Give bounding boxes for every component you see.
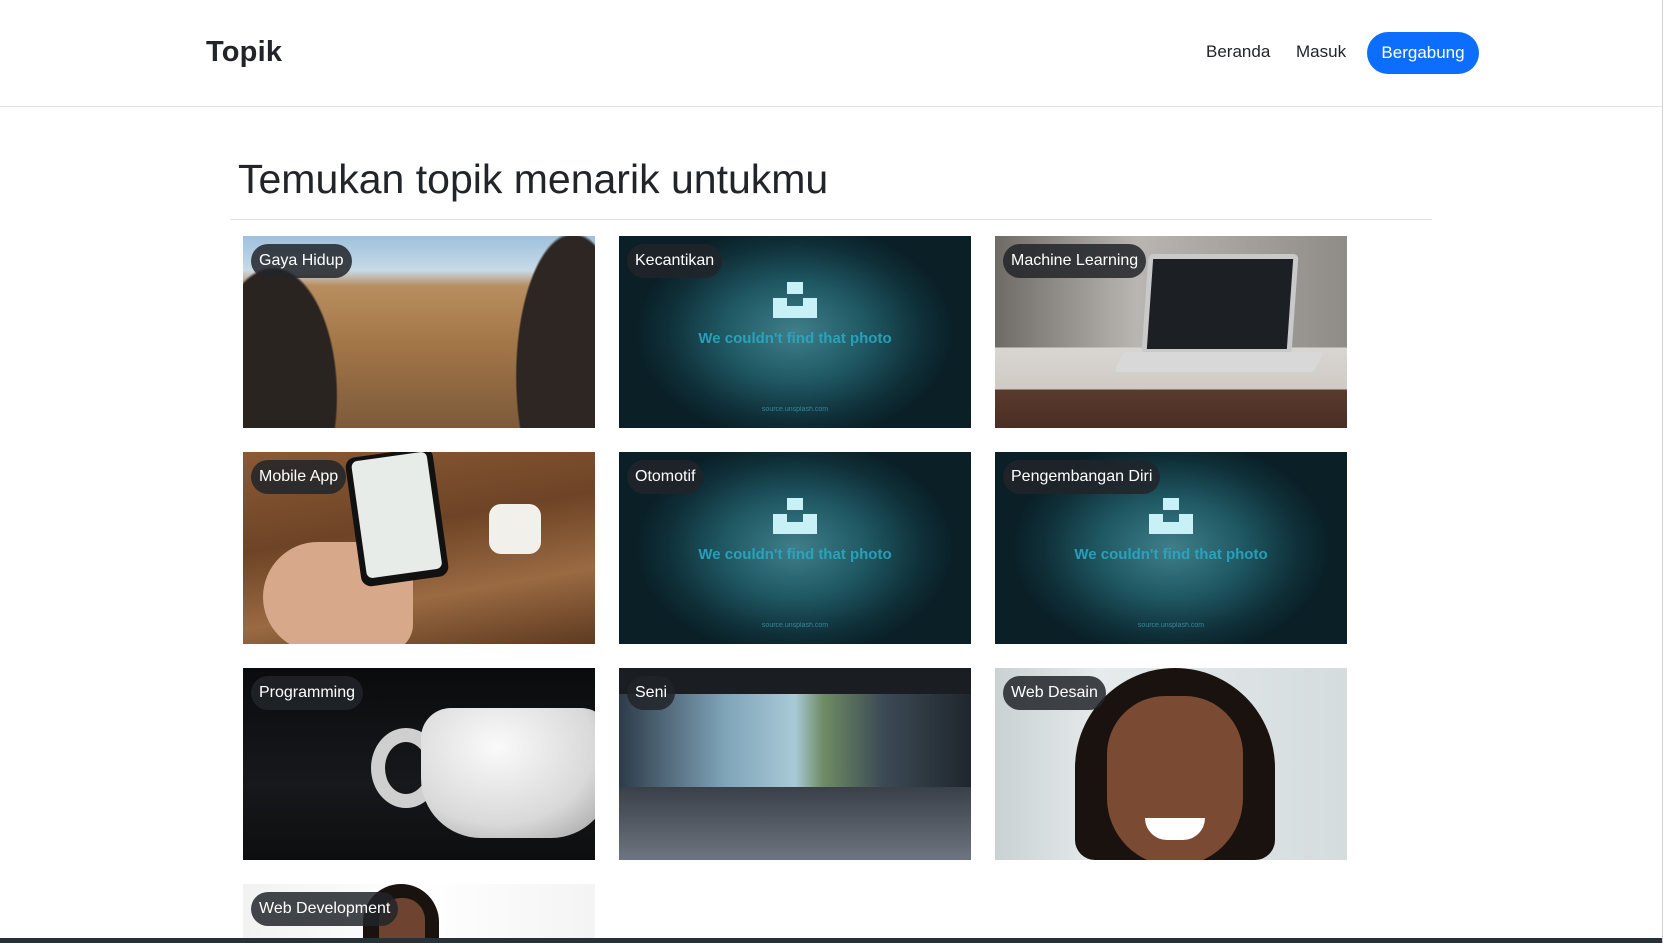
topic-label: Web Desain [1003, 676, 1106, 710]
missing-photo-source: source.unsplash.com [1137, 622, 1205, 629]
earbuds-case-illustration [489, 504, 541, 554]
topic-label: Web Development [251, 892, 399, 926]
topic-label: Kecantikan [627, 244, 723, 278]
unsplash-logo-icon [773, 282, 817, 318]
topic-label: Machine Learning [1003, 244, 1147, 278]
brand-logo[interactable]: Topik [206, 36, 282, 69]
page-title: Temukan topik menarik untukmu [238, 156, 829, 202]
missing-photo-source: source.unsplash.com [761, 406, 829, 413]
unsplash-logo-icon [773, 498, 817, 534]
topic-card-kecantikan[interactable]: We couldn't find that photo source.unspl… [619, 236, 971, 428]
title-divider [230, 219, 1432, 220]
topic-card-web-development[interactable]: Web Development [243, 884, 595, 938]
topic-label: Pengembangan Diri [1003, 460, 1161, 494]
topic-card-programming[interactable]: Programming [243, 668, 595, 860]
topic-label: Otomotif [627, 460, 704, 494]
topic-card-pengembangan-diri[interactable]: We couldn't find that photo source.unspl… [995, 452, 1347, 644]
topic-card-otomotif[interactable]: We couldn't find that photo source.unspl… [619, 452, 971, 644]
topic-card-web-desain[interactable]: Web Desain [995, 668, 1347, 860]
join-button[interactable]: Bergabung [1367, 32, 1479, 74]
laptop-base [1114, 352, 1324, 372]
topic-label: Gaya Hidup [251, 244, 352, 278]
navbar: Topik Beranda Masuk Bergabung [0, 0, 1663, 107]
laptop-illustration [1141, 254, 1299, 354]
phone-illustration [344, 452, 450, 588]
bottom-edge-bar [0, 938, 1663, 943]
topic-card-mobile-app[interactable]: Mobile App [243, 452, 595, 644]
topic-card-machine-learning[interactable]: Machine Learning [995, 236, 1347, 428]
topic-card-gaya-hidup[interactable]: Gaya Hidup [243, 236, 595, 428]
missing-photo-message: We couldn't find that photo [1074, 546, 1268, 563]
missing-photo-source: source.unsplash.com [761, 622, 829, 629]
topic-label: Seni [627, 676, 676, 710]
coffee-cup-illustration [421, 708, 595, 838]
topic-label: Mobile App [251, 460, 347, 494]
missing-photo-message: We couldn't find that photo [698, 546, 892, 563]
nav-link-login[interactable]: Masuk [1296, 42, 1346, 62]
nav-link-home[interactable]: Beranda [1206, 42, 1270, 62]
topic-label: Programming [251, 676, 364, 710]
unsplash-logo-icon [1149, 498, 1193, 534]
missing-photo-message: We couldn't find that photo [698, 330, 892, 347]
topic-card-seni[interactable]: Seni [619, 668, 971, 860]
